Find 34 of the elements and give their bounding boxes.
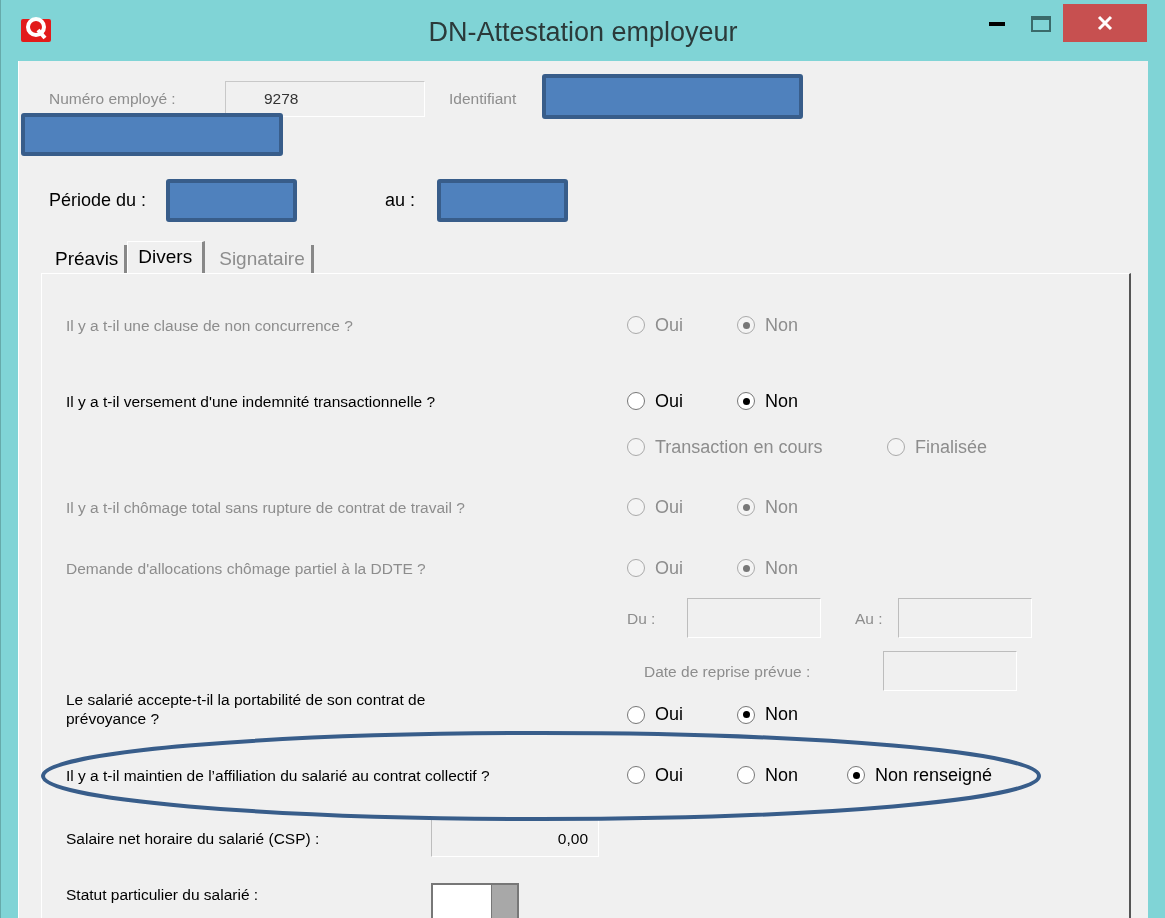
maximize-icon xyxy=(1031,16,1051,32)
question-label: Il y a t-il versement d'une indemnité transactionnelle ? xyxy=(66,391,437,412)
field-label: au : xyxy=(385,189,417,213)
field-label: Salaire net horaire du salarié (CSP) : xyxy=(66,828,321,849)
close-icon xyxy=(1097,15,1113,31)
date-field[interactable] xyxy=(883,651,1017,692)
question-label: Demande d'allocations chômage partiel à la DDTE ? xyxy=(66,558,427,579)
date-field[interactable] xyxy=(687,598,821,639)
app-logo-icon xyxy=(21,14,51,42)
field-label: Du : xyxy=(627,608,657,629)
question-label: Il y a t-il maintien de l’affiliation du salarié au contrat collectif ? xyxy=(66,765,491,786)
radio-option[interactable]: Non xyxy=(737,761,847,789)
question-label: Le salarié accepte-t-il la portabilité de son contrat de prévoyance ? xyxy=(66,691,427,729)
field-label: Statut particulier du salarié : xyxy=(66,885,260,906)
radio-option[interactable]: Non xyxy=(737,701,799,729)
field-label: Période du : xyxy=(49,189,148,213)
date-field[interactable] xyxy=(898,598,1032,639)
radio-option[interactable]: Non renseigné xyxy=(847,761,993,789)
radio-option[interactable]: Oui xyxy=(627,387,737,415)
field-label: Identifiant xyxy=(449,89,518,110)
dropdown-field[interactable] xyxy=(431,883,519,918)
close-button[interactable] xyxy=(1063,4,1147,42)
question-label: Il y a t-il une clause de non concurrence ? xyxy=(66,315,354,336)
radio-option[interactable]: Oui xyxy=(627,761,737,789)
field-label: Date de reprise prévue : xyxy=(643,661,812,682)
radio-option[interactable]: Oui xyxy=(627,701,737,729)
field-label: Numéro employé : xyxy=(49,89,177,110)
tab[interactable]: Divers xyxy=(127,241,206,274)
radio-option[interactable]: Non xyxy=(737,387,799,415)
minimize-icon xyxy=(989,22,1005,26)
field-label: Au : xyxy=(855,608,884,629)
window-title: DN-Attestation employeur xyxy=(427,16,739,49)
amount-field[interactable]: 0,00 xyxy=(431,819,599,858)
question-label: Il y a t-il chômage total sans rupture de contrat de travail ? xyxy=(66,497,466,518)
